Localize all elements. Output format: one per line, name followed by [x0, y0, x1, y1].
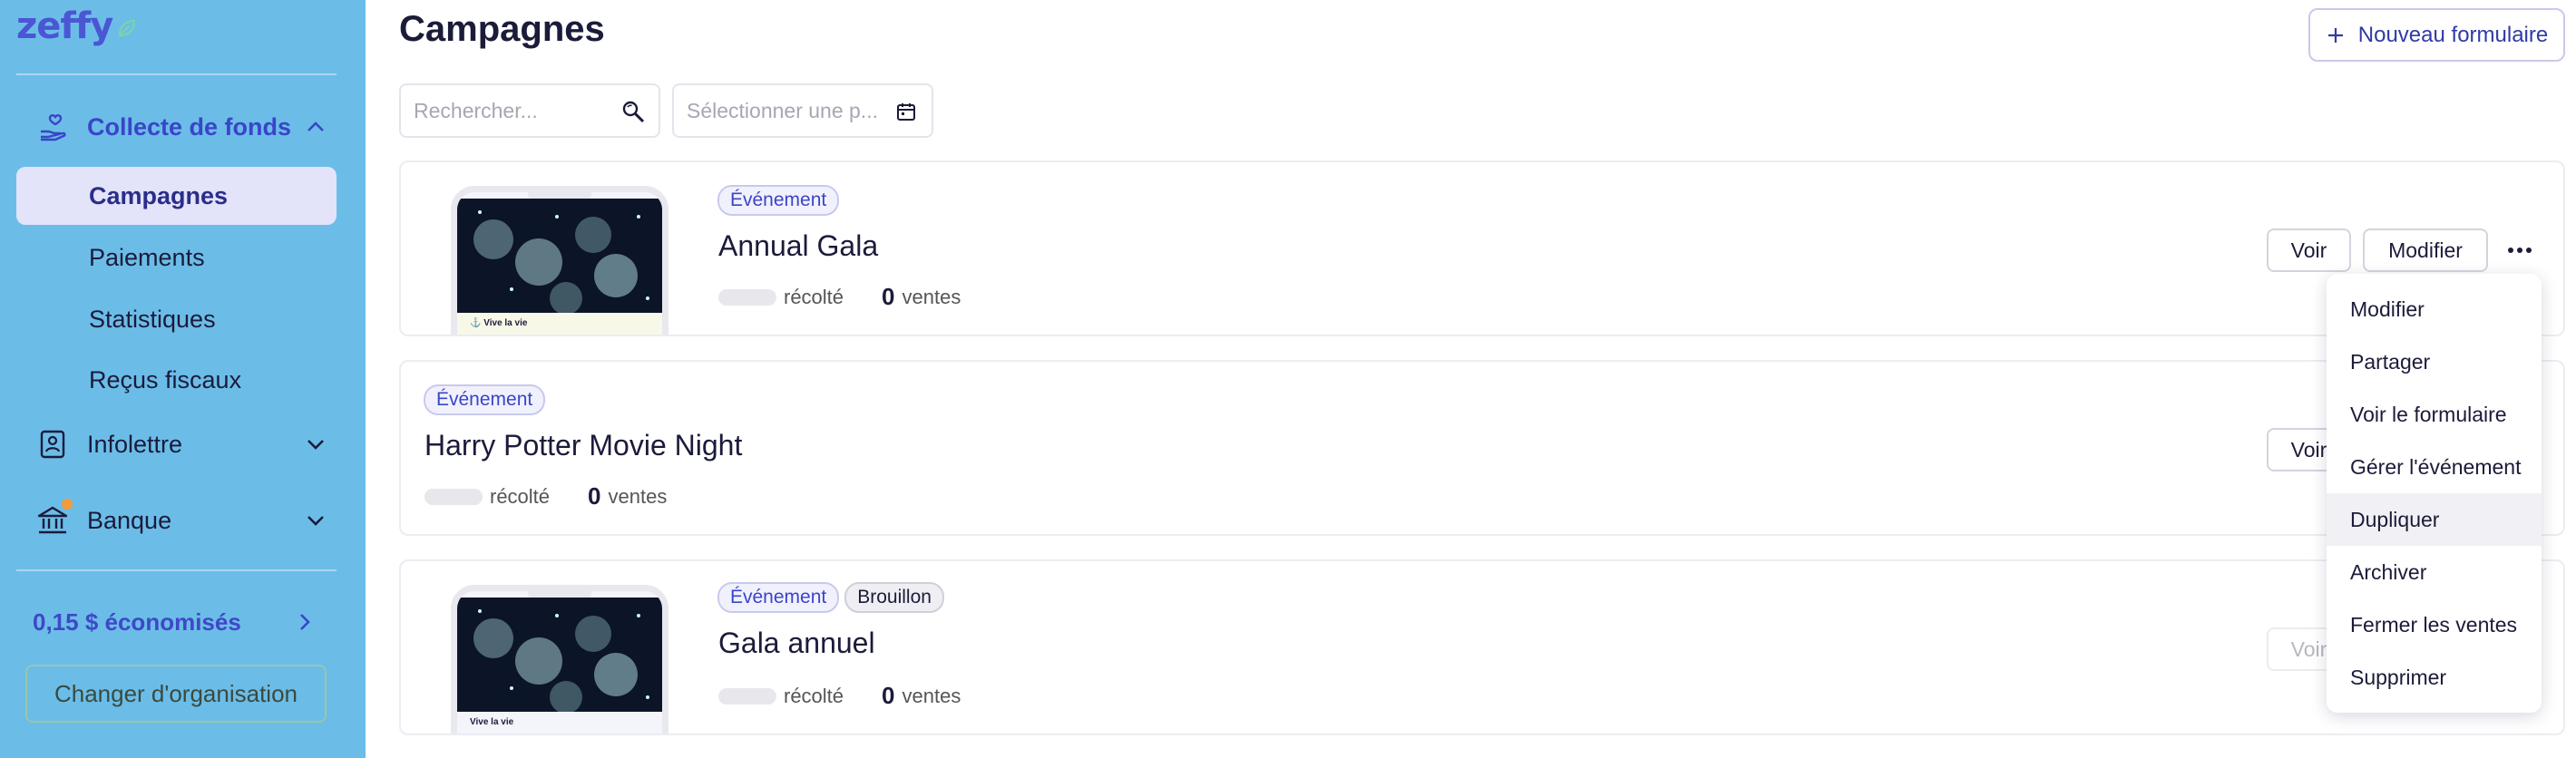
campaign-title[interactable]: Gala annuel — [718, 627, 875, 660]
campaign-stats: récolté 0 ventes — [718, 283, 961, 311]
campaign-stats: récolté 0 ventes — [424, 482, 667, 510]
event-badge: Événement — [717, 185, 840, 216]
campaign-title[interactable]: Harry Potter Movie Night — [424, 429, 742, 462]
sidebar-item-paiements[interactable]: Paiements — [16, 228, 337, 287]
chevron-right-icon — [300, 614, 310, 630]
sidebar-item-campagnes[interactable]: Campagnes — [16, 167, 337, 225]
raised-label: récolté — [784, 285, 844, 308]
view-button[interactable]: Voir — [2267, 228, 2351, 272]
badge-group: Événement — [424, 384, 546, 415]
new-form-button[interactable]: Nouveau formulaire — [2308, 8, 2565, 62]
raised-amount-placeholder — [424, 488, 483, 505]
sidebar-group-label: Infolettre — [87, 430, 183, 458]
bank-icon — [34, 499, 73, 539]
sidebar-group-label: Banque — [87, 506, 172, 534]
new-form-label: Nouveau formulaire — [2357, 22, 2549, 47]
sidebar: zeffy Collecte de fonds Campagnes Paieme… — [0, 0, 366, 758]
newsletter-icon — [34, 426, 71, 462]
sidebar-group-banque[interactable]: Banque — [16, 493, 337, 548]
notification-dot — [62, 499, 73, 510]
search-field[interactable] — [399, 83, 660, 138]
sidebar-divider — [16, 73, 337, 75]
date-range-picker[interactable]: Sélectionner une p... — [672, 83, 933, 138]
campaign-card[interactable]: Événement Harry Potter Movie Night récol… — [399, 360, 2565, 536]
sales-count: 0 — [588, 482, 601, 510]
campaign-thumbnail: Vive la vie — [451, 585, 668, 734]
party-lights-image — [457, 598, 662, 715]
sales-label: ventes — [902, 684, 961, 707]
raised-label: récolté — [784, 684, 844, 707]
campaign-card[interactable]: ⚓ Vive la vie Événement Annual Gala réco… — [399, 160, 2565, 336]
sales-count: 0 — [882, 283, 895, 310]
date-picker-placeholder: Sélectionner une p... — [687, 98, 878, 122]
sidebar-divider — [16, 569, 337, 571]
menu-item-archiver[interactable]: Archiver — [2327, 546, 2542, 598]
raised-amount-placeholder — [718, 687, 776, 705]
change-organization-button[interactable]: Changer d'organisation — [25, 665, 327, 723]
chevron-down-icon — [307, 516, 324, 526]
sidebar-item-recus-fiscaux[interactable]: Reçus fiscaux — [16, 351, 337, 409]
sidebar-group-label: Collecte de fonds — [87, 112, 292, 141]
menu-item-supprimer[interactable]: Supprimer — [2327, 651, 2542, 704]
chevron-down-icon — [307, 440, 324, 450]
draft-badge: Brouillon — [844, 582, 944, 613]
plus-icon — [2327, 27, 2343, 43]
menu-item-fermer-ventes[interactable]: Fermer les ventes — [2327, 598, 2542, 651]
menu-item-dupliquer[interactable]: Dupliquer — [2327, 493, 2542, 546]
leaf-icon — [119, 19, 136, 37]
sidebar-group-fundraising[interactable]: Collecte de fonds — [16, 100, 337, 154]
hand-heart-icon — [34, 109, 71, 145]
sidebar-group-infolettre[interactable]: Infolettre — [16, 417, 337, 471]
edit-button[interactable]: Modifier — [2363, 228, 2488, 272]
menu-item-gerer-evenement[interactable]: Gérer l'événement — [2327, 441, 2542, 493]
calendar-icon — [897, 103, 915, 121]
search-input[interactable] — [414, 98, 613, 123]
sales-count: 0 — [882, 682, 895, 709]
campaign-title[interactable]: Annual Gala — [718, 229, 878, 263]
menu-item-voir-formulaire[interactable]: Voir le formulaire — [2327, 388, 2542, 441]
sales-label: ventes — [902, 285, 961, 308]
campaign-card[interactable]: Vive la vie Événement Brouillon Gala ann… — [399, 559, 2565, 735]
thumbnail-caption: ⚓ Vive la vie — [457, 313, 662, 335]
campaign-thumbnail: ⚓ Vive la vie — [451, 186, 668, 335]
raised-amount-placeholder — [718, 288, 776, 306]
badge-group: Événement Brouillon — [717, 582, 944, 613]
event-badge: Événement — [424, 384, 546, 415]
chevron-up-icon — [307, 121, 324, 131]
sales-label: ventes — [608, 484, 668, 508]
party-lights-image — [457, 199, 662, 316]
menu-item-modifier[interactable]: Modifier — [2327, 283, 2542, 335]
sidebar-item-statistiques[interactable]: Statistiques — [16, 290, 337, 348]
badge-group: Événement — [717, 185, 840, 216]
thumbnail-caption: Vive la vie — [457, 712, 662, 734]
campaign-actions-menu: Modifier Partager Voir le formulaire Gér… — [2327, 274, 2542, 713]
page-title: Campagnes — [399, 9, 605, 49]
event-badge: Événement — [717, 582, 840, 613]
campaign-stats: récolté 0 ventes — [718, 682, 961, 710]
savings-link[interactable]: 0,15 $ économisés — [16, 598, 337, 646]
zeffy-logo[interactable]: zeffy — [16, 5, 138, 47]
more-options-icon[interactable] — [2502, 232, 2538, 268]
menu-item-partager[interactable]: Partager — [2327, 335, 2542, 388]
savings-label: 0,15 $ économisés — [33, 607, 241, 636]
search-icon[interactable] — [620, 99, 646, 124]
raised-label: récolté — [490, 484, 551, 508]
